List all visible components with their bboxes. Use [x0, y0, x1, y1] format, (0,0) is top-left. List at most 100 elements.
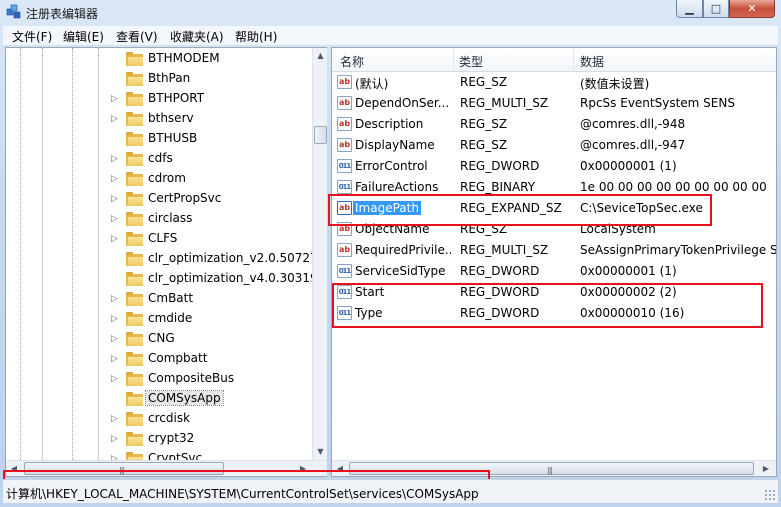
- tree-item[interactable]: ▷ CertPropSvc: [6, 189, 312, 209]
- menu-view[interactable]: 查看(V): [113, 28, 161, 45]
- value-row[interactable]: 011 FailureActions REG_BINARY 1e 00 00 00 0…: [332, 177, 776, 198]
- maximize-icon: □: [710, 2, 722, 15]
- tree-item[interactable]: ▷ BTHPORT: [6, 89, 312, 109]
- key-tree-pane[interactable]: BTHMODEM BthPan ▷ BTHPORT ▷ bthserv BTHUSB ▷ cdf…: [5, 47, 327, 477]
- tree-item[interactable]: ▷ CompositeBus: [6, 369, 312, 389]
- value-row[interactable]: ab DisplayName REG_SZ @comres.dll,-947: [332, 135, 776, 156]
- values-list-pane[interactable]: 名称 类型 数据 ab (默认) REG_SZ (数值未设置) ab DependOnSe…: [331, 47, 777, 477]
- status-bar: 计算机\HKEY_LOCAL_MACHINE\SYSTEM\CurrentCon…: [3, 479, 778, 503]
- value-type: REG_SZ: [460, 75, 508, 89]
- folder-icon: [126, 52, 143, 66]
- expand-arrow-icon[interactable]: ▷: [111, 414, 119, 424]
- tree-item[interactable]: ▷ CNG: [6, 329, 312, 349]
- scroll-right-icon[interactable]: ▶: [295, 461, 311, 476]
- expand-arrow-icon[interactable]: ▷: [111, 294, 119, 304]
- folder-icon: [126, 352, 143, 366]
- tree-item[interactable]: COMSysApp: [6, 389, 312, 409]
- expand-arrow-icon[interactable]: ▷: [111, 174, 119, 184]
- expand-arrow-icon[interactable]: ▷: [111, 314, 119, 324]
- folder-icon: [126, 372, 143, 386]
- tree-item[interactable]: ▷ CryptSvc: [6, 449, 312, 460]
- tree-item[interactable]: ▷ cmdide: [6, 309, 312, 329]
- value-row[interactable]: 011 ErrorControl REG_DWORD 0x00000001 (1): [332, 156, 776, 177]
- column-header-name[interactable]: 名称: [340, 53, 364, 70]
- value-row[interactable]: ab DependOnSer... REG_MULTI_SZ RpcSs EventS…: [332, 93, 776, 114]
- value-row[interactable]: 011 ServiceSidType REG_DWORD 0x00000001 (1): [332, 261, 776, 282]
- tree-item-label: crypt32: [148, 431, 195, 445]
- expand-arrow-icon[interactable]: ▷: [111, 154, 119, 164]
- tree-item[interactable]: ▷ cdrom: [6, 169, 312, 189]
- expand-arrow-icon[interactable]: ▷: [111, 434, 119, 444]
- expand-arrow-icon[interactable]: ▷: [111, 354, 119, 364]
- menu-edit[interactable]: 编辑(E): [60, 28, 107, 45]
- tree-item[interactable]: clr_optimization_v2.0.50727_: [6, 249, 312, 269]
- column-header-data[interactable]: 数据: [580, 53, 604, 70]
- menu-help[interactable]: 帮助(H): [232, 28, 280, 45]
- tree-item[interactable]: BthPan: [6, 69, 312, 89]
- value-data: 0x00000010 (16): [580, 306, 685, 320]
- values-list: ab (默认) REG_SZ (数值未设置) ab DependOnSer... REG_M…: [332, 72, 776, 460]
- value-type: REG_DWORD: [460, 159, 540, 173]
- key-tree: BTHMODEM BthPan ▷ BTHPORT ▷ bthserv BTHUSB ▷ cdf…: [6, 48, 312, 460]
- tree-item[interactable]: BTHMODEM: [6, 49, 312, 69]
- tree-item-label: CryptSvc: [148, 451, 203, 460]
- menu-bar: 文件(F) 编辑(E) 查看(V) 收藏夹(A) 帮助(H): [3, 26, 778, 46]
- tree-scroll-thumb[interactable]: [314, 126, 327, 144]
- tree-item[interactable]: clr_optimization_v4.0.30319_: [6, 269, 312, 289]
- tree-item[interactable]: ▷ cdfs: [6, 149, 312, 169]
- value-row[interactable]: ab Description REG_SZ @comres.dll,-948: [332, 114, 776, 135]
- tree-item[interactable]: ▷ circlass: [6, 209, 312, 229]
- close-icon: ✕: [747, 2, 757, 15]
- scroll-left-icon[interactable]: ◀: [6, 461, 22, 476]
- expand-arrow-icon[interactable]: ▷: [111, 334, 119, 344]
- tree-hscroll-thumb[interactable]: |||: [24, 462, 224, 475]
- maximize-button[interactable]: □: [703, 0, 729, 18]
- grip-icon: |||: [119, 466, 125, 475]
- value-row[interactable]: 011 Start REG_DWORD 0x00000002 (2): [332, 282, 776, 303]
- close-button[interactable]: ✕: [729, 0, 775, 18]
- folder-icon: [126, 272, 143, 286]
- scroll-up-icon[interactable]: ▲: [313, 48, 328, 63]
- column-header-type[interactable]: 类型: [459, 53, 483, 70]
- folder-icon: [126, 232, 143, 246]
- minimize-button[interactable]: ▁: [676, 0, 703, 18]
- column-divider[interactable]: [573, 48, 574, 72]
- scroll-right-icon[interactable]: ▶: [758, 461, 774, 476]
- tree-item[interactable]: ▷ CmBatt: [6, 289, 312, 309]
- tree-item[interactable]: ▷ CLFS: [6, 229, 312, 249]
- resize-grip-icon[interactable]: [764, 489, 776, 501]
- tree-item-label: cdfs: [148, 151, 173, 165]
- expand-arrow-icon[interactable]: ▷: [111, 234, 119, 244]
- tree-item[interactable]: ▷ bthserv: [6, 109, 312, 129]
- value-row[interactable]: ab ObjectName REG_SZ LocalSystem: [332, 219, 776, 240]
- scroll-down-icon[interactable]: ▼: [313, 444, 328, 459]
- tree-vertical-scrollbar[interactable]: ▲ ▼: [312, 48, 327, 460]
- tree-item[interactable]: BTHUSB: [6, 129, 312, 149]
- value-row[interactable]: 011 Type REG_DWORD 0x00000010 (16): [332, 303, 776, 324]
- value-row[interactable]: ab (默认) REG_SZ (数值未设置): [332, 72, 776, 93]
- value-row[interactable]: ab RequiredPrivile... REG_MULTI_SZ SeAssign…: [332, 240, 776, 261]
- expand-arrow-icon[interactable]: ▷: [111, 114, 119, 124]
- title-bar[interactable]: 注册表编辑器 ▁ □ ✕: [0, 0, 781, 26]
- tree-item[interactable]: ▷ crcdisk: [6, 409, 312, 429]
- string-value-icon: ab: [337, 117, 352, 131]
- string-value-icon: ab: [337, 243, 352, 257]
- expand-arrow-icon[interactable]: ▷: [111, 374, 119, 384]
- scroll-left-icon[interactable]: ◀: [332, 461, 348, 476]
- expand-arrow-icon[interactable]: ▷: [111, 194, 119, 204]
- tree-item[interactable]: ▷ Compbatt: [6, 349, 312, 369]
- value-row[interactable]: ab ImagePath REG_EXPAND_SZ C:\SeviceTopSec.…: [332, 198, 776, 219]
- tree-horizontal-scrollbar[interactable]: ◀ ||| ▶: [6, 460, 327, 476]
- value-data: (数值未设置): [580, 77, 650, 91]
- expand-arrow-icon[interactable]: ▷: [111, 94, 119, 104]
- list-horizontal-scrollbar[interactable]: ◀ ||| ▶: [332, 460, 776, 476]
- menu-file[interactable]: 文件(F): [9, 28, 55, 45]
- column-divider[interactable]: [453, 48, 454, 72]
- list-header: 名称 类型 数据: [332, 48, 776, 72]
- tree-item[interactable]: ▷ crypt32: [6, 429, 312, 449]
- menu-favorites[interactable]: 收藏夹(A): [167, 28, 227, 45]
- string-value-icon: ab: [337, 75, 352, 89]
- list-hscroll-thumb[interactable]: |||: [349, 462, 754, 475]
- expand-arrow-icon[interactable]: ▷: [111, 214, 119, 224]
- tree-item-label: circlass: [148, 211, 193, 225]
